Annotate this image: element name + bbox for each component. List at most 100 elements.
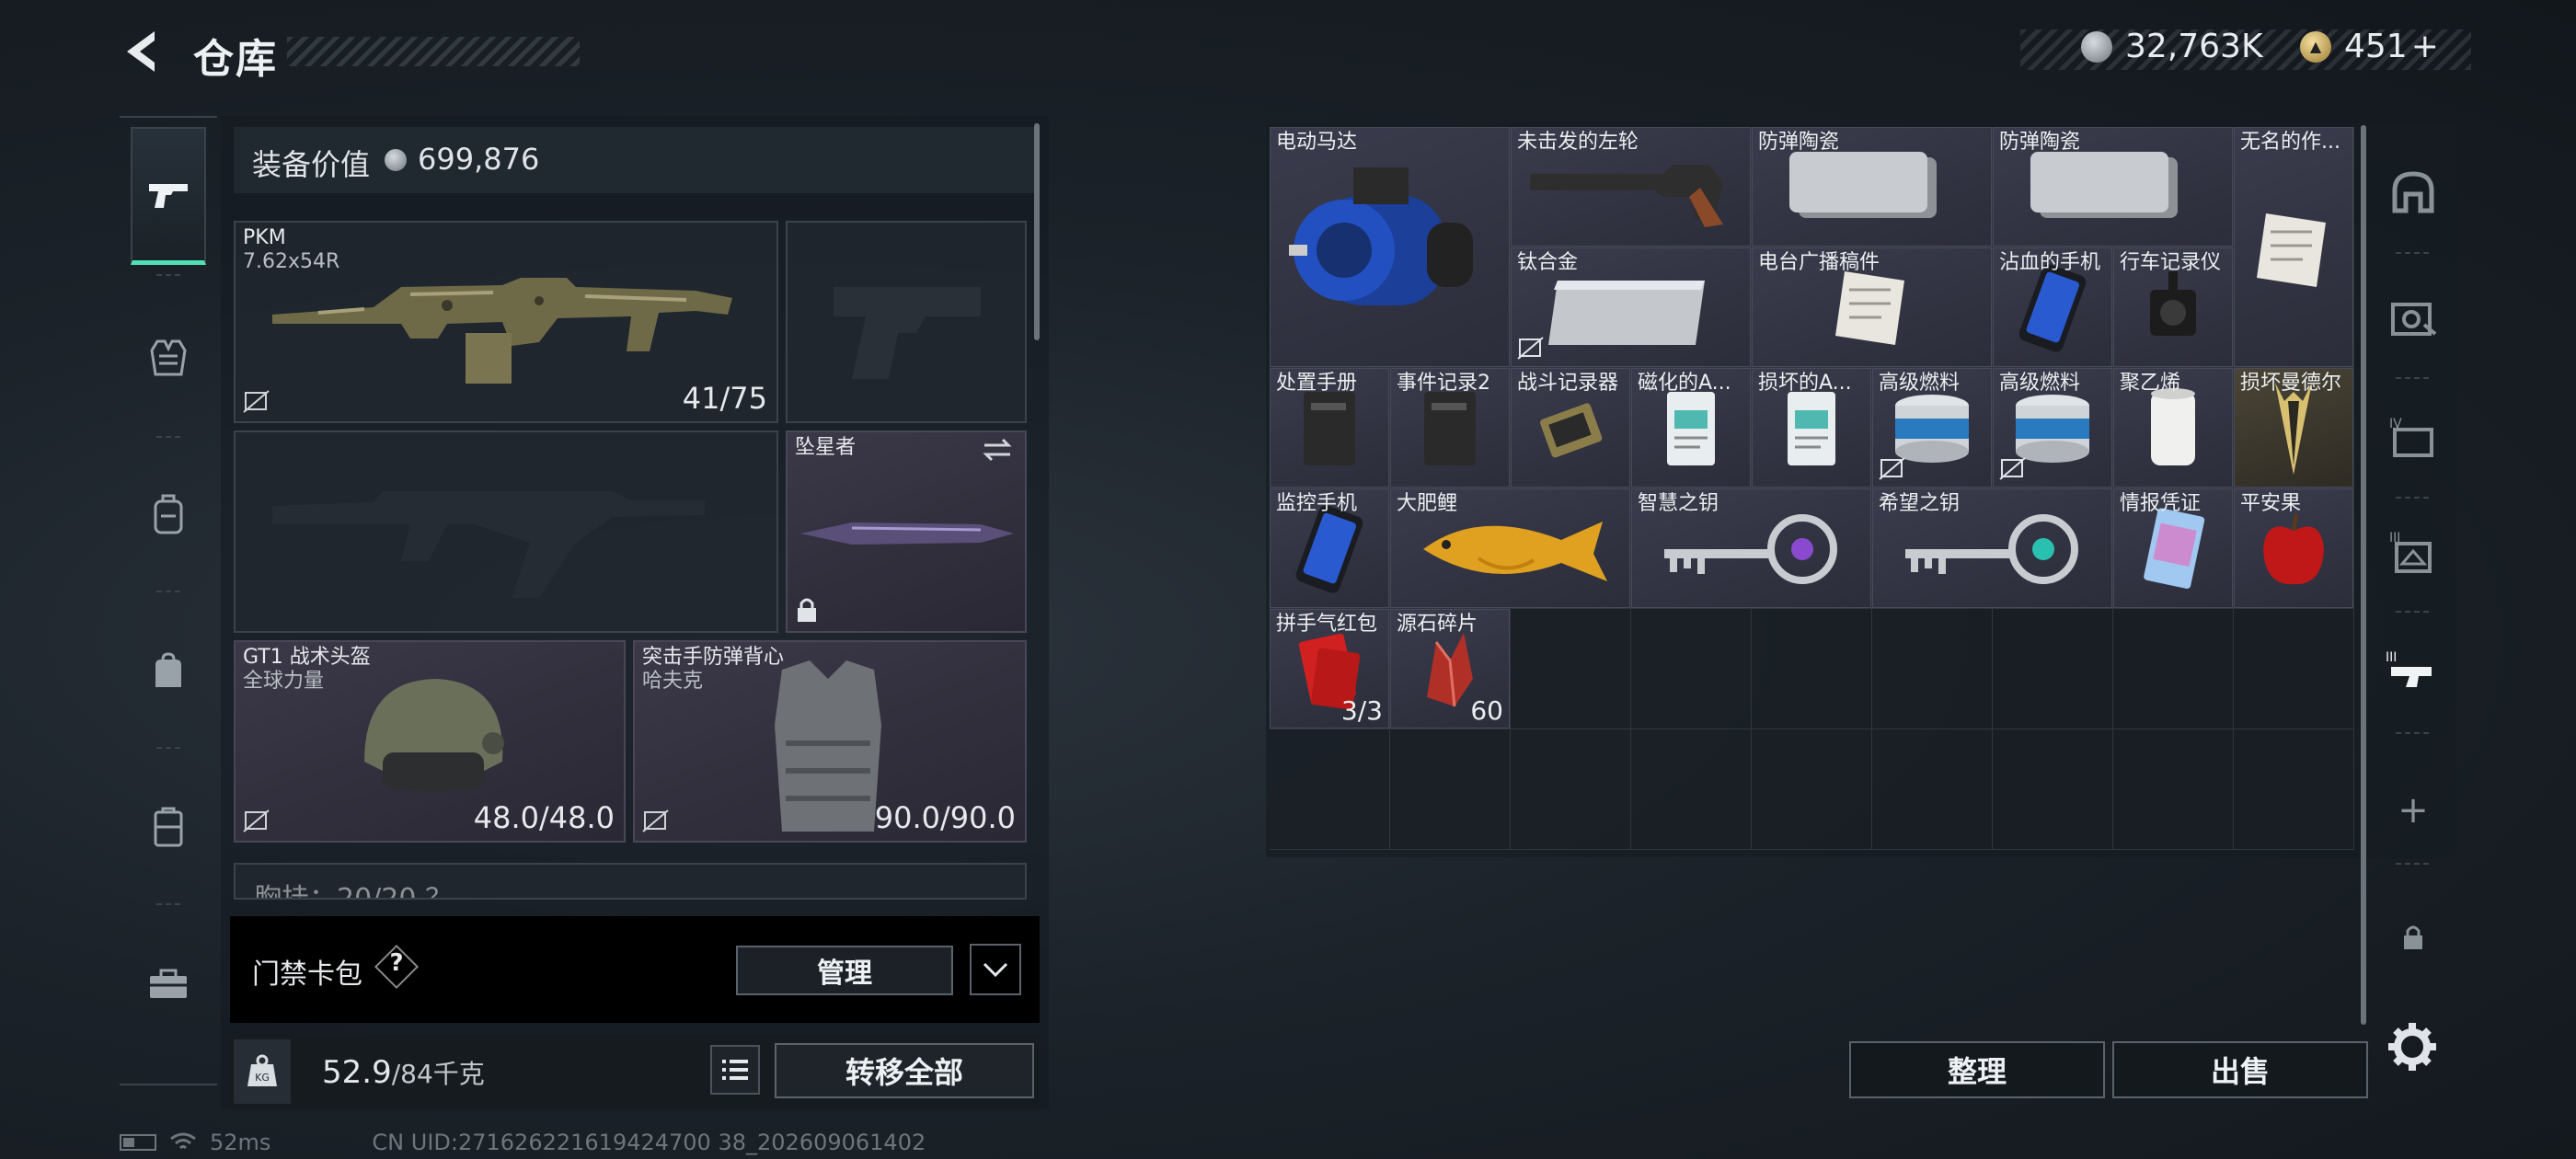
grid-cell[interactable] bbox=[1872, 729, 1993, 850]
sort-button[interactable]: 整理 bbox=[1849, 1041, 2105, 1098]
slot-chest-rig[interactable]: 胸挂：20/20 ？ bbox=[234, 863, 1027, 900]
storage-item[interactable]: 战斗记录器 bbox=[1511, 368, 1630, 488]
title-decoration bbox=[287, 37, 580, 66]
grid-cell[interactable] bbox=[1511, 729, 1631, 850]
item-name: 突击手防弹背心 bbox=[642, 646, 785, 669]
storage-item[interactable]: 大肥鲤 bbox=[1390, 488, 1630, 608]
grid-cell[interactable] bbox=[1872, 609, 1993, 729]
category-toolbox[interactable] bbox=[131, 914, 206, 1052]
storage-item[interactable]: 磁化的A... bbox=[1631, 368, 1751, 488]
category-case[interactable] bbox=[131, 758, 206, 896]
storage-item[interactable]: 损坏曼德尔 bbox=[2234, 368, 2353, 488]
storage-item[interactable]: 希望之钥 bbox=[1872, 488, 2112, 608]
case-icon bbox=[154, 807, 183, 847]
grid-cell[interactable] bbox=[2234, 729, 2354, 850]
item-name: 高级燃料 bbox=[1879, 372, 1961, 395]
storage-item[interactable]: 源石碎片 60 bbox=[1390, 609, 1510, 729]
storage-tab-5-active[interactable]: III bbox=[2381, 638, 2445, 703]
category-armor[interactable] bbox=[131, 289, 206, 427]
pistol-icon bbox=[149, 183, 188, 208]
slot-secondary-weapon[interactable] bbox=[234, 430, 778, 633]
storage-item[interactable]: 电动马达 bbox=[1270, 127, 1510, 367]
gold-add-button[interactable]: + bbox=[2411, 28, 2439, 65]
grid-cell[interactable] bbox=[2234, 609, 2354, 729]
expand-keycase-button[interactable] bbox=[970, 944, 1021, 995]
storage-item[interactable]: 聚乙烯 bbox=[2113, 368, 2233, 488]
locked-storage-slot[interactable] bbox=[2381, 905, 2445, 970]
grid-cell[interactable] bbox=[1631, 729, 1752, 850]
category-weapons[interactable] bbox=[131, 127, 206, 265]
no-insurance-icon bbox=[642, 809, 669, 832]
category-bag[interactable] bbox=[131, 602, 206, 740]
phone-image bbox=[2011, 262, 2094, 358]
add-storage-button[interactable]: + bbox=[2381, 778, 2445, 843]
grid-cell[interactable] bbox=[1752, 729, 1872, 850]
apple-image bbox=[2252, 503, 2335, 599]
storage-scrollbar[interactable] bbox=[2361, 125, 2366, 1025]
grid-cell[interactable] bbox=[1993, 609, 2113, 729]
settings-button[interactable] bbox=[2385, 1019, 2440, 1074]
slot-pistol[interactable] bbox=[786, 221, 1027, 423]
silver-coin-icon bbox=[385, 149, 407, 171]
help-icon[interactable]: ? bbox=[381, 949, 412, 977]
slot-helmet[interactable]: GT1 战术头盔 全球力量 48.0/48.0 bbox=[234, 640, 626, 843]
grid-cell[interactable] bbox=[1511, 609, 1631, 729]
grid-cell[interactable] bbox=[1993, 729, 2113, 850]
grid-cell[interactable] bbox=[1270, 729, 1390, 850]
wifi-icon bbox=[170, 1132, 196, 1150]
slot-vest[interactable]: 突击手防弹背心 哈夫克 90.0/90.0 bbox=[633, 640, 1027, 843]
storage-item[interactable]: 事件记录2 bbox=[1390, 368, 1510, 488]
storage-item[interactable]: 防弹陶瓷 bbox=[1752, 127, 1992, 247]
list-view-button[interactable] bbox=[710, 1045, 760, 1095]
grid-cell[interactable] bbox=[2113, 729, 2234, 850]
currency-gold[interactable]: ▲ 451 + bbox=[2300, 28, 2439, 65]
weapon-case-icon: III bbox=[2386, 650, 2432, 687]
storage-item[interactable]: 高级燃料 bbox=[1872, 368, 1992, 488]
currency-silver[interactable]: 32,763K bbox=[2081, 28, 2263, 65]
paper-image bbox=[2248, 204, 2340, 300]
chest-rig-label: 胸挂：20/20 ？ bbox=[254, 883, 453, 900]
storage-item[interactable]: 电台广播稿件 bbox=[1752, 247, 1992, 367]
storage-item[interactable]: 情报凭证 bbox=[2113, 488, 2233, 608]
book-image bbox=[1413, 383, 1487, 478]
storage-item[interactable]: 沾血的手机 bbox=[1993, 247, 2112, 367]
storage-item[interactable]: 处置手册 bbox=[1270, 368, 1389, 488]
storage-item[interactable]: 监控手机 bbox=[1270, 488, 1389, 608]
category-backpack[interactable] bbox=[131, 445, 206, 583]
slot-primary-weapon[interactable]: PKM 7.62x54R 41/75 bbox=[234, 221, 778, 423]
item-name: 智慧之钥 bbox=[1638, 492, 1719, 515]
storage-item[interactable]: 高级燃料 bbox=[1993, 368, 2112, 488]
storage-item[interactable]: 无名的作... bbox=[2234, 127, 2353, 367]
storage-item[interactable]: 防弹陶瓷 bbox=[1993, 127, 2233, 247]
machine-gun-image bbox=[272, 278, 732, 384]
storage-tab-home[interactable] bbox=[2381, 160, 2445, 224]
storage-tab-3[interactable]: IV bbox=[2381, 405, 2445, 469]
storage-item[interactable]: 损坏的A... bbox=[1752, 368, 1871, 488]
grid-cell[interactable] bbox=[1752, 609, 1872, 729]
storage-item[interactable]: 拼手气红包 3/3 bbox=[1270, 609, 1389, 729]
transfer-all-button[interactable]: 转移全部 bbox=[775, 1043, 1034, 1098]
slot-melee[interactable]: 坠星者 bbox=[786, 430, 1027, 633]
item-name: 拼手气红包 bbox=[1276, 613, 1378, 636]
storage-tab-4[interactable]: III bbox=[2381, 519, 2445, 583]
storage-item[interactable]: 智慧之钥 bbox=[1631, 488, 1871, 608]
storage-item[interactable]: 钛合金 bbox=[1511, 247, 1751, 367]
swap-icon[interactable] bbox=[979, 436, 1016, 464]
book-image bbox=[1293, 383, 1366, 478]
grid-cell[interactable] bbox=[2113, 609, 2234, 729]
storage-tab-2[interactable] bbox=[2381, 285, 2445, 350]
storage-item[interactable]: 平安果 bbox=[2234, 488, 2353, 608]
storage-item[interactable]: 未击发的左轮 bbox=[1511, 127, 1751, 247]
current-weight: 52.9 bbox=[322, 1054, 392, 1091]
manage-button[interactable]: 管理 bbox=[736, 946, 953, 995]
equipment-scrollbar[interactable] bbox=[1034, 123, 1040, 340]
ping: 52ms bbox=[210, 1130, 271, 1155]
item-name: 大肥鲤 bbox=[1397, 492, 1458, 515]
back-button[interactable] bbox=[118, 26, 164, 77]
item-brand: 哈夫克 bbox=[642, 670, 704, 693]
sell-button[interactable]: 出售 bbox=[2112, 1041, 2368, 1098]
grid-cell[interactable] bbox=[1631, 609, 1752, 729]
grid-cell[interactable] bbox=[1390, 729, 1511, 850]
storage-item[interactable]: 行车记录仪 bbox=[2113, 247, 2233, 367]
box-icon bbox=[2391, 303, 2437, 336]
